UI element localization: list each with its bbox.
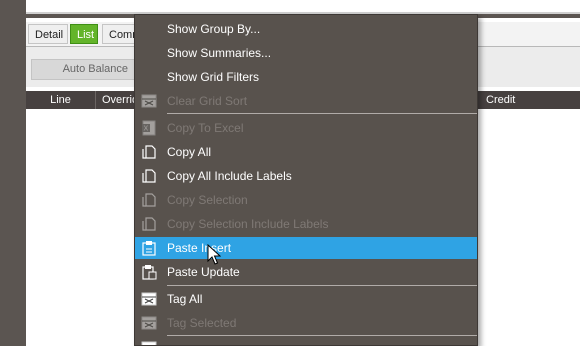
menu-item-label: Copy All Include Labels xyxy=(167,169,292,183)
menu-item-copy-to-excel[interactable]: X Copy To Excel xyxy=(135,117,477,139)
top-bar xyxy=(26,0,580,12)
menu-item-copy-all-include-labels[interactable]: Copy All Include Labels xyxy=(135,165,477,187)
menu-item-label: Show Group By... xyxy=(167,22,261,36)
menu-item-show-grid-filters[interactable]: Show Grid Filters xyxy=(135,66,477,88)
copy-icon xyxy=(142,145,156,159)
copy-icon xyxy=(142,169,156,183)
menu-item-label: Tag All xyxy=(167,292,203,306)
paste-update-icon xyxy=(142,265,157,280)
menu-item-copy-selection-include-labels[interactable]: Copy Selection Include Labels xyxy=(135,213,477,235)
paste-icon xyxy=(142,241,156,256)
mouse-cursor-icon xyxy=(207,244,221,265)
column-header-credit[interactable]: Credit xyxy=(476,91,580,109)
menu-item-label: Copy Selection xyxy=(167,193,248,207)
menu-separator xyxy=(167,113,477,114)
menu-separator xyxy=(167,335,477,336)
tab-list[interactable]: List xyxy=(70,24,98,44)
context-menu: Show Group By... Show Summaries... Show … xyxy=(134,14,478,346)
menu-item-label: Paste Update xyxy=(167,265,240,279)
tag-icon xyxy=(141,292,157,306)
excel-icon: X xyxy=(142,120,156,136)
menu-separator xyxy=(167,285,477,286)
menu-item-show-summaries[interactable]: Show Summaries... xyxy=(135,42,477,64)
menu-item-label: Show Grid Filters xyxy=(167,70,260,84)
menu-item-label: Tag Selected xyxy=(167,316,237,330)
auto-balance-button[interactable]: Auto Balance xyxy=(31,59,135,80)
menu-item-label: Clear Grid Sort xyxy=(167,94,248,108)
menu-item-label: Show Summaries... xyxy=(167,46,272,60)
menu-item-copy-all[interactable]: Copy All xyxy=(135,141,477,163)
menu-item-tag-selected[interactable]: Tag Selected xyxy=(135,312,477,334)
menu-item-show-group-by[interactable]: Show Group By... xyxy=(135,18,477,40)
menu-item-clear-grid-sort[interactable]: Clear Grid Sort xyxy=(135,90,477,112)
menu-item-label: Copy All xyxy=(167,145,212,159)
partial-menu-icon xyxy=(141,341,157,345)
copy-icon xyxy=(142,193,156,207)
svg-text:X: X xyxy=(144,126,149,133)
column-header-line[interactable]: Line xyxy=(26,91,96,109)
menu-item-paste-insert[interactable]: Paste Insert xyxy=(135,237,477,259)
column-header-override[interactable]: Override xyxy=(96,91,138,109)
menu-item-paste-update[interactable]: Paste Update xyxy=(135,261,477,283)
menu-item-label: Copy To Excel xyxy=(167,121,244,135)
menu-item-tag-all[interactable]: Tag All xyxy=(135,288,477,310)
tag-icon xyxy=(141,316,157,330)
menu-item-label: Paste Insert xyxy=(167,241,232,255)
clear-sort-icon xyxy=(141,94,157,108)
menu-item-copy-selection[interactable]: Copy Selection xyxy=(135,189,477,211)
copy-icon xyxy=(142,217,156,231)
tab-detail[interactable]: Detail xyxy=(28,24,68,44)
menu-item-label: Copy Selection Include Labels xyxy=(167,217,329,231)
